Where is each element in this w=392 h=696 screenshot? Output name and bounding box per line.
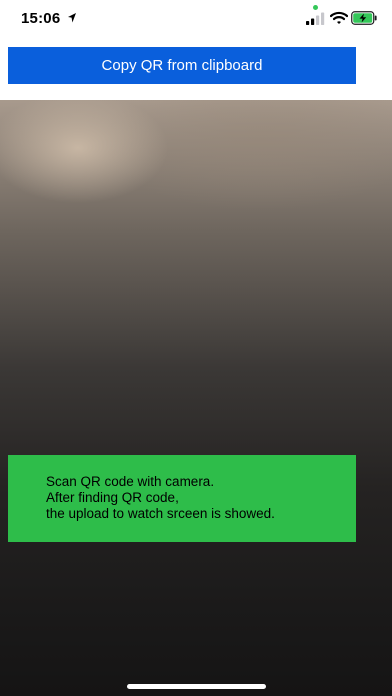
status-bar: 15:06: [0, 0, 392, 40]
battery-charging-icon: [351, 11, 377, 25]
location-arrow-icon: [68, 13, 76, 23]
wifi-icon: [330, 11, 348, 24]
home-indicator[interactable]: [127, 684, 266, 689]
scan-instructions-box: Scan QR code with camera. After finding …: [8, 455, 356, 542]
status-time: 15:06: [21, 10, 61, 27]
instruction-line: Scan QR code with camera.: [46, 474, 215, 489]
copy-qr-from-clipboard-button[interactable]: Copy QR from clipboard: [8, 47, 356, 84]
toolbar: Copy QR from clipboard: [0, 40, 392, 100]
privacy-indicator-dot: [313, 5, 318, 10]
instruction-line: the upload to watch srceen is showed.: [46, 506, 275, 521]
camera-preview: [0, 100, 392, 696]
cellular-signal-icon: [306, 12, 325, 25]
instruction-line: After finding QR code,: [46, 490, 179, 505]
